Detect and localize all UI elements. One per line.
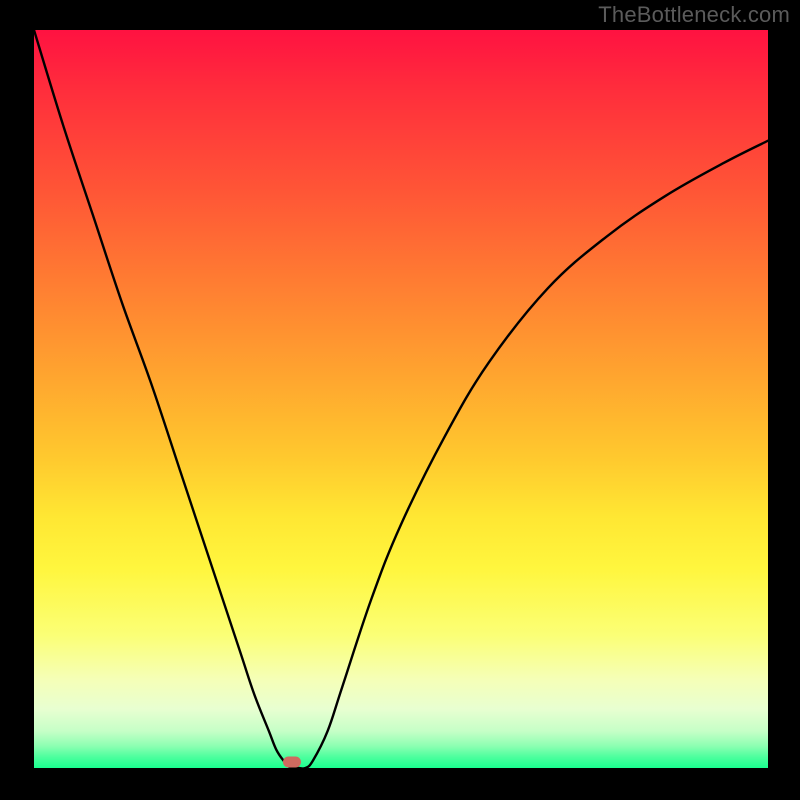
watermark-text: TheBottleneck.com	[598, 2, 790, 28]
optimum-marker	[283, 757, 301, 768]
curve-svg	[34, 30, 768, 768]
chart-container: TheBottleneck.com	[0, 0, 800, 800]
plot-area	[34, 30, 768, 768]
bottleneck-curve-path	[34, 30, 768, 768]
